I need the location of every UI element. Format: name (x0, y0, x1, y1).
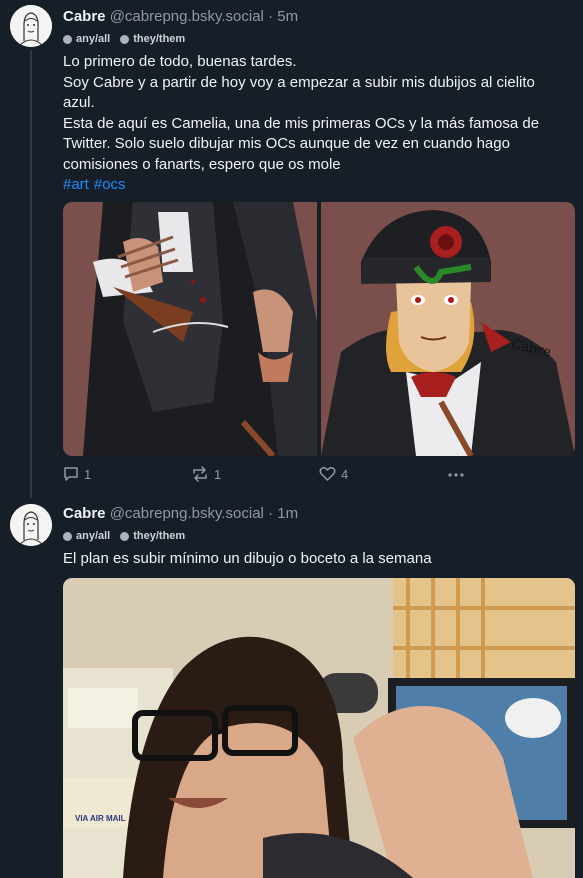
illustration-body (63, 202, 317, 456)
author-name[interactable]: Cabre (63, 505, 106, 522)
author-handle[interactable]: @cabrepng.bsky.social (110, 505, 264, 522)
text-line: Lo primero de todo, buenas tardes. (63, 53, 297, 70)
post-1[interactable]: Cabre @cabrepng.bsky.social · 5m any/all… (0, 0, 583, 498)
reply-icon (64, 467, 78, 481)
text-line: Esta de aquí es Camelia, una de mis prim… (63, 114, 540, 173)
post-photo[interactable]: VIA AIR MAIL (63, 578, 575, 878)
more-options-button[interactable] (447, 466, 465, 482)
profile-labels: any/all they/them (63, 33, 185, 45)
reply-count: 1 (84, 466, 92, 482)
hashtags: #art #ocs (63, 175, 568, 196)
text-line: Soy Cabre y a partir de hoy voy a empeza… (63, 73, 535, 112)
hashtag-link[interactable]: #ocs (94, 176, 126, 193)
label-icon (63, 34, 72, 44)
post-header: Cabre @cabrepng.bsky.social · 1m (63, 505, 298, 522)
label-icon (63, 531, 72, 541)
label-icon (120, 34, 130, 44)
selfie-photo: VIA AIR MAIL (63, 578, 575, 878)
post-image[interactable]: Cabre (321, 202, 575, 456)
post-actions: 1 1 4 (63, 466, 493, 482)
post-2[interactable]: Cabre @cabrepng.bsky.social · 1m any/all… (0, 495, 583, 878)
text-line: El plan es subir mínimo un dibujo o boce… (63, 550, 432, 567)
post-text: El plan es subir mínimo un dibujo o boce… (63, 549, 568, 570)
repost-count: 1 (214, 466, 222, 482)
avatar[interactable] (10, 5, 52, 47)
post-time[interactable]: · 5m (268, 8, 298, 25)
post-text: Lo primero de todo, buenas tardes. Soy C… (63, 52, 568, 196)
repost-button[interactable]: 1 (191, 466, 319, 482)
reply-button[interactable]: 1 (63, 466, 191, 482)
label-icon (120, 531, 130, 541)
thread-line (30, 50, 32, 498)
air-mail-note: VIA AIR MAIL (75, 814, 126, 823)
like-count: 4 (341, 466, 349, 482)
post-header: Cabre @cabrepng.bsky.social · 5m (63, 8, 298, 25)
hashtag-link[interactable]: #art (63, 176, 89, 193)
label-badge[interactable]: any/all (63, 530, 110, 542)
repost-icon (193, 466, 207, 482)
avatar[interactable] (10, 504, 52, 546)
label-badge[interactable]: they/them (120, 33, 185, 45)
illustration-portrait: Cabre (321, 202, 575, 456)
heart-icon (319, 467, 336, 481)
label-badge[interactable]: they/them (120, 530, 185, 542)
label-badge[interactable]: any/all (63, 33, 110, 45)
author-handle[interactable]: @cabrepng.bsky.social (110, 8, 264, 25)
post-image[interactable] (63, 202, 317, 456)
author-name[interactable]: Cabre (63, 8, 106, 25)
like-button[interactable]: 4 (319, 466, 447, 482)
post-time[interactable]: · 1m (268, 505, 298, 522)
profile-labels: any/all they/them (63, 530, 185, 542)
more-icon (448, 473, 464, 477)
